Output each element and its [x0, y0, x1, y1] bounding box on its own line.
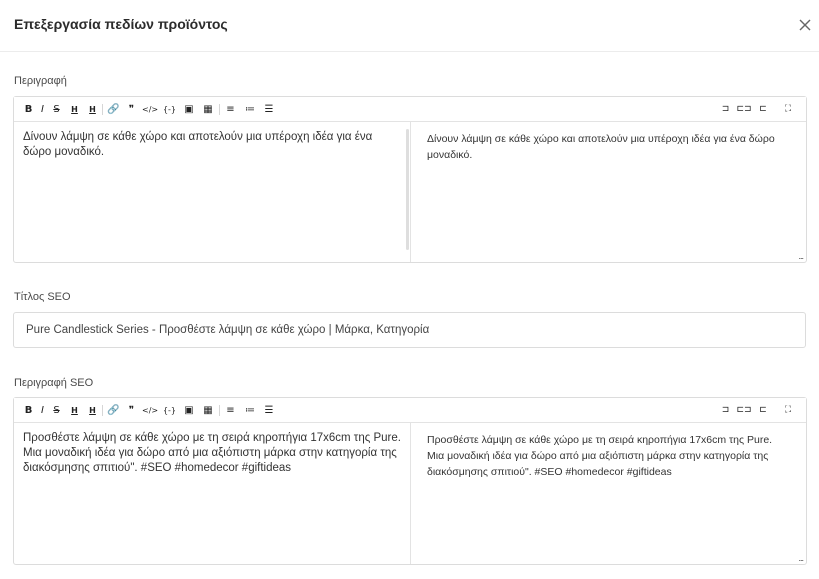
bold-icon: B — [24, 104, 33, 115]
task-list-button[interactable]: ☰ — [262, 404, 276, 417]
seo-description-markdown-pane[interactable]: Προσθέστε λάμψη σε κάθε χώρο με τη σειρά… — [14, 423, 410, 564]
modal-title: Επεξεργασία πεδίων προϊόντος — [14, 16, 228, 32]
fullscreen-button[interactable]: ⛶ — [780, 103, 796, 116]
bold-icon: B — [24, 405, 33, 416]
preview-mode-button[interactable]: ⊏ — [756, 404, 770, 417]
code-icon: </> — [142, 105, 159, 114]
bullet-list-button[interactable]: ≡ — [224, 103, 237, 116]
code-icon: </> — [142, 406, 159, 415]
image-button[interactable]: ▦ — [201, 404, 215, 417]
code-button[interactable]: </> — [142, 404, 158, 417]
heading-alt-button[interactable]: H — [85, 404, 100, 417]
resize-handle[interactable]: ... — [798, 554, 803, 563]
quote-icon: ❞ — [128, 405, 135, 416]
heading-icon: H — [71, 406, 78, 415]
strikethrough-button[interactable]: S — [51, 404, 62, 417]
comment-icon: ▣ — [184, 104, 194, 115]
preview-mode-button[interactable]: ⊏ — [756, 103, 770, 116]
edit-mode-button[interactable]: ⊐ — [718, 404, 733, 417]
bullet-list-button[interactable]: ≡ — [224, 404, 237, 417]
fullscreen-button[interactable]: ⛶ — [780, 404, 796, 417]
bullet-list-icon: ≡ — [226, 104, 235, 115]
description-markdown-pane[interactable]: Δίνουν λάμψη σε κάθε χώρο και αποτελούν … — [14, 122, 410, 262]
seo-title-input[interactable] — [26, 322, 786, 338]
strikethrough-button[interactable]: S — [51, 103, 62, 116]
toolbar-separator — [102, 405, 103, 416]
heading-alt-icon: H — [89, 406, 96, 415]
close-button[interactable] — [797, 17, 813, 33]
description-scrollbar[interactable] — [406, 129, 409, 250]
heading-icon: H — [71, 105, 78, 114]
comment-button[interactable]: ▣ — [182, 404, 196, 417]
heading-button[interactable]: H — [67, 404, 82, 417]
ordered-list-button[interactable]: ≔ — [243, 404, 257, 417]
link-icon: 🔗 — [107, 405, 120, 416]
italic-icon: I — [41, 104, 44, 115]
image-icon: ▦ — [203, 405, 213, 416]
image-button[interactable]: ▦ — [201, 103, 215, 116]
task-list-icon: ☰ — [264, 405, 274, 416]
preview-mode-icon: ⊏ — [759, 405, 767, 415]
ordered-list-button[interactable]: ≔ — [243, 103, 257, 116]
heading-alt-button[interactable]: H — [85, 103, 100, 116]
edit-mode-icon: ⊐ — [721, 405, 730, 415]
fullscreen-icon: ⛶ — [784, 104, 792, 114]
code-block-icon: {-} — [162, 105, 177, 114]
seo-description-editor: B I S H H 🔗 ❞ </> {-} ▣ ▦ ≡ ≔ ☰ ⊐ ⊏⊐ ⊏ ⛶ Προσθέστε λάμψη… — [13, 397, 807, 565]
fullscreen-icon: ⛶ — [784, 405, 792, 415]
link-button[interactable]: 🔗 — [107, 404, 119, 417]
seo-description-preview-pane: Προσθέστε λάμψη σε κάθε χώρο με τη σειρά… — [427, 434, 773, 478]
resize-handle[interactable]: ... — [798, 252, 803, 261]
link-icon: 🔗 — [107, 104, 120, 115]
italic-button[interactable]: I — [37, 103, 48, 116]
close-icon — [799, 19, 811, 31]
link-button[interactable]: 🔗 — [107, 103, 119, 116]
seo-title-label: Τίτλος SEO — [14, 291, 71, 303]
task-list-button[interactable]: ☰ — [262, 103, 276, 116]
ordered-list-icon: ≔ — [245, 405, 255, 416]
bold-button[interactable]: B — [23, 404, 34, 417]
comment-button[interactable]: ▣ — [182, 103, 196, 116]
italic-icon: I — [41, 405, 44, 416]
code-block-button[interactable]: {-} — [162, 404, 177, 417]
toolbar-separator — [219, 104, 220, 115]
code-block-button[interactable]: {-} — [162, 103, 177, 116]
toolbar-separator — [102, 104, 103, 115]
edit-mode-icon: ⊐ — [721, 104, 730, 114]
heading-alt-icon: H — [89, 105, 96, 114]
modal-header: Επεξεργασία πεδίων προϊόντος — [0, 0, 819, 52]
seo-description-toolbar: B I S H H 🔗 ❞ </> {-} ▣ ▦ ≡ ≔ ☰ ⊐ ⊏⊐ ⊏ ⛶ — [14, 398, 806, 423]
edit-mode-button[interactable]: ⊐ — [718, 103, 733, 116]
strikethrough-icon: S — [53, 405, 60, 416]
split-mode-button[interactable]: ⊏⊐ — [736, 103, 752, 116]
toolbar-separator — [219, 405, 220, 416]
task-list-icon: ☰ — [264, 104, 274, 115]
bold-button[interactable]: B — [23, 103, 34, 116]
split-mode-button[interactable]: ⊏⊐ — [736, 404, 752, 417]
preview-mode-icon: ⊏ — [759, 104, 767, 114]
italic-button[interactable]: I — [37, 404, 48, 417]
bullet-list-icon: ≡ — [226, 405, 235, 416]
heading-button[interactable]: H — [67, 103, 82, 116]
quote-button[interactable]: ❞ — [125, 404, 138, 417]
quote-button[interactable]: ❞ — [125, 103, 138, 116]
seo-description-label: Περιγραφή SEO — [14, 377, 94, 389]
comment-icon: ▣ — [184, 405, 194, 416]
split-mode-icon: ⊏⊐ — [736, 104, 752, 114]
description-preview-pane: Δίνουν λάμψη σε κάθε χώρο και αποτελούν … — [427, 133, 775, 161]
image-icon: ▦ — [203, 104, 213, 115]
description-editor: B I S H H 🔗 ❞ </> {-} ▣ ▦ ≡ ≔ ☰ ⊐ ⊏⊐ ⊏ ⛶ Δίνουν λάμψη σε… — [13, 96, 807, 263]
strikethrough-icon: S — [53, 104, 60, 115]
split-mode-icon: ⊏⊐ — [736, 405, 752, 415]
description-label: Περιγραφή — [14, 75, 67, 87]
ordered-list-icon: ≔ — [245, 104, 255, 115]
quote-icon: ❞ — [128, 104, 135, 115]
code-button[interactable]: </> — [142, 103, 158, 116]
seo-title-field — [13, 312, 806, 348]
description-toolbar: B I S H H 🔗 ❞ </> {-} ▣ ▦ ≡ ≔ ☰ ⊐ ⊏⊐ ⊏ ⛶ — [14, 97, 806, 122]
code-block-icon: {-} — [162, 406, 177, 415]
